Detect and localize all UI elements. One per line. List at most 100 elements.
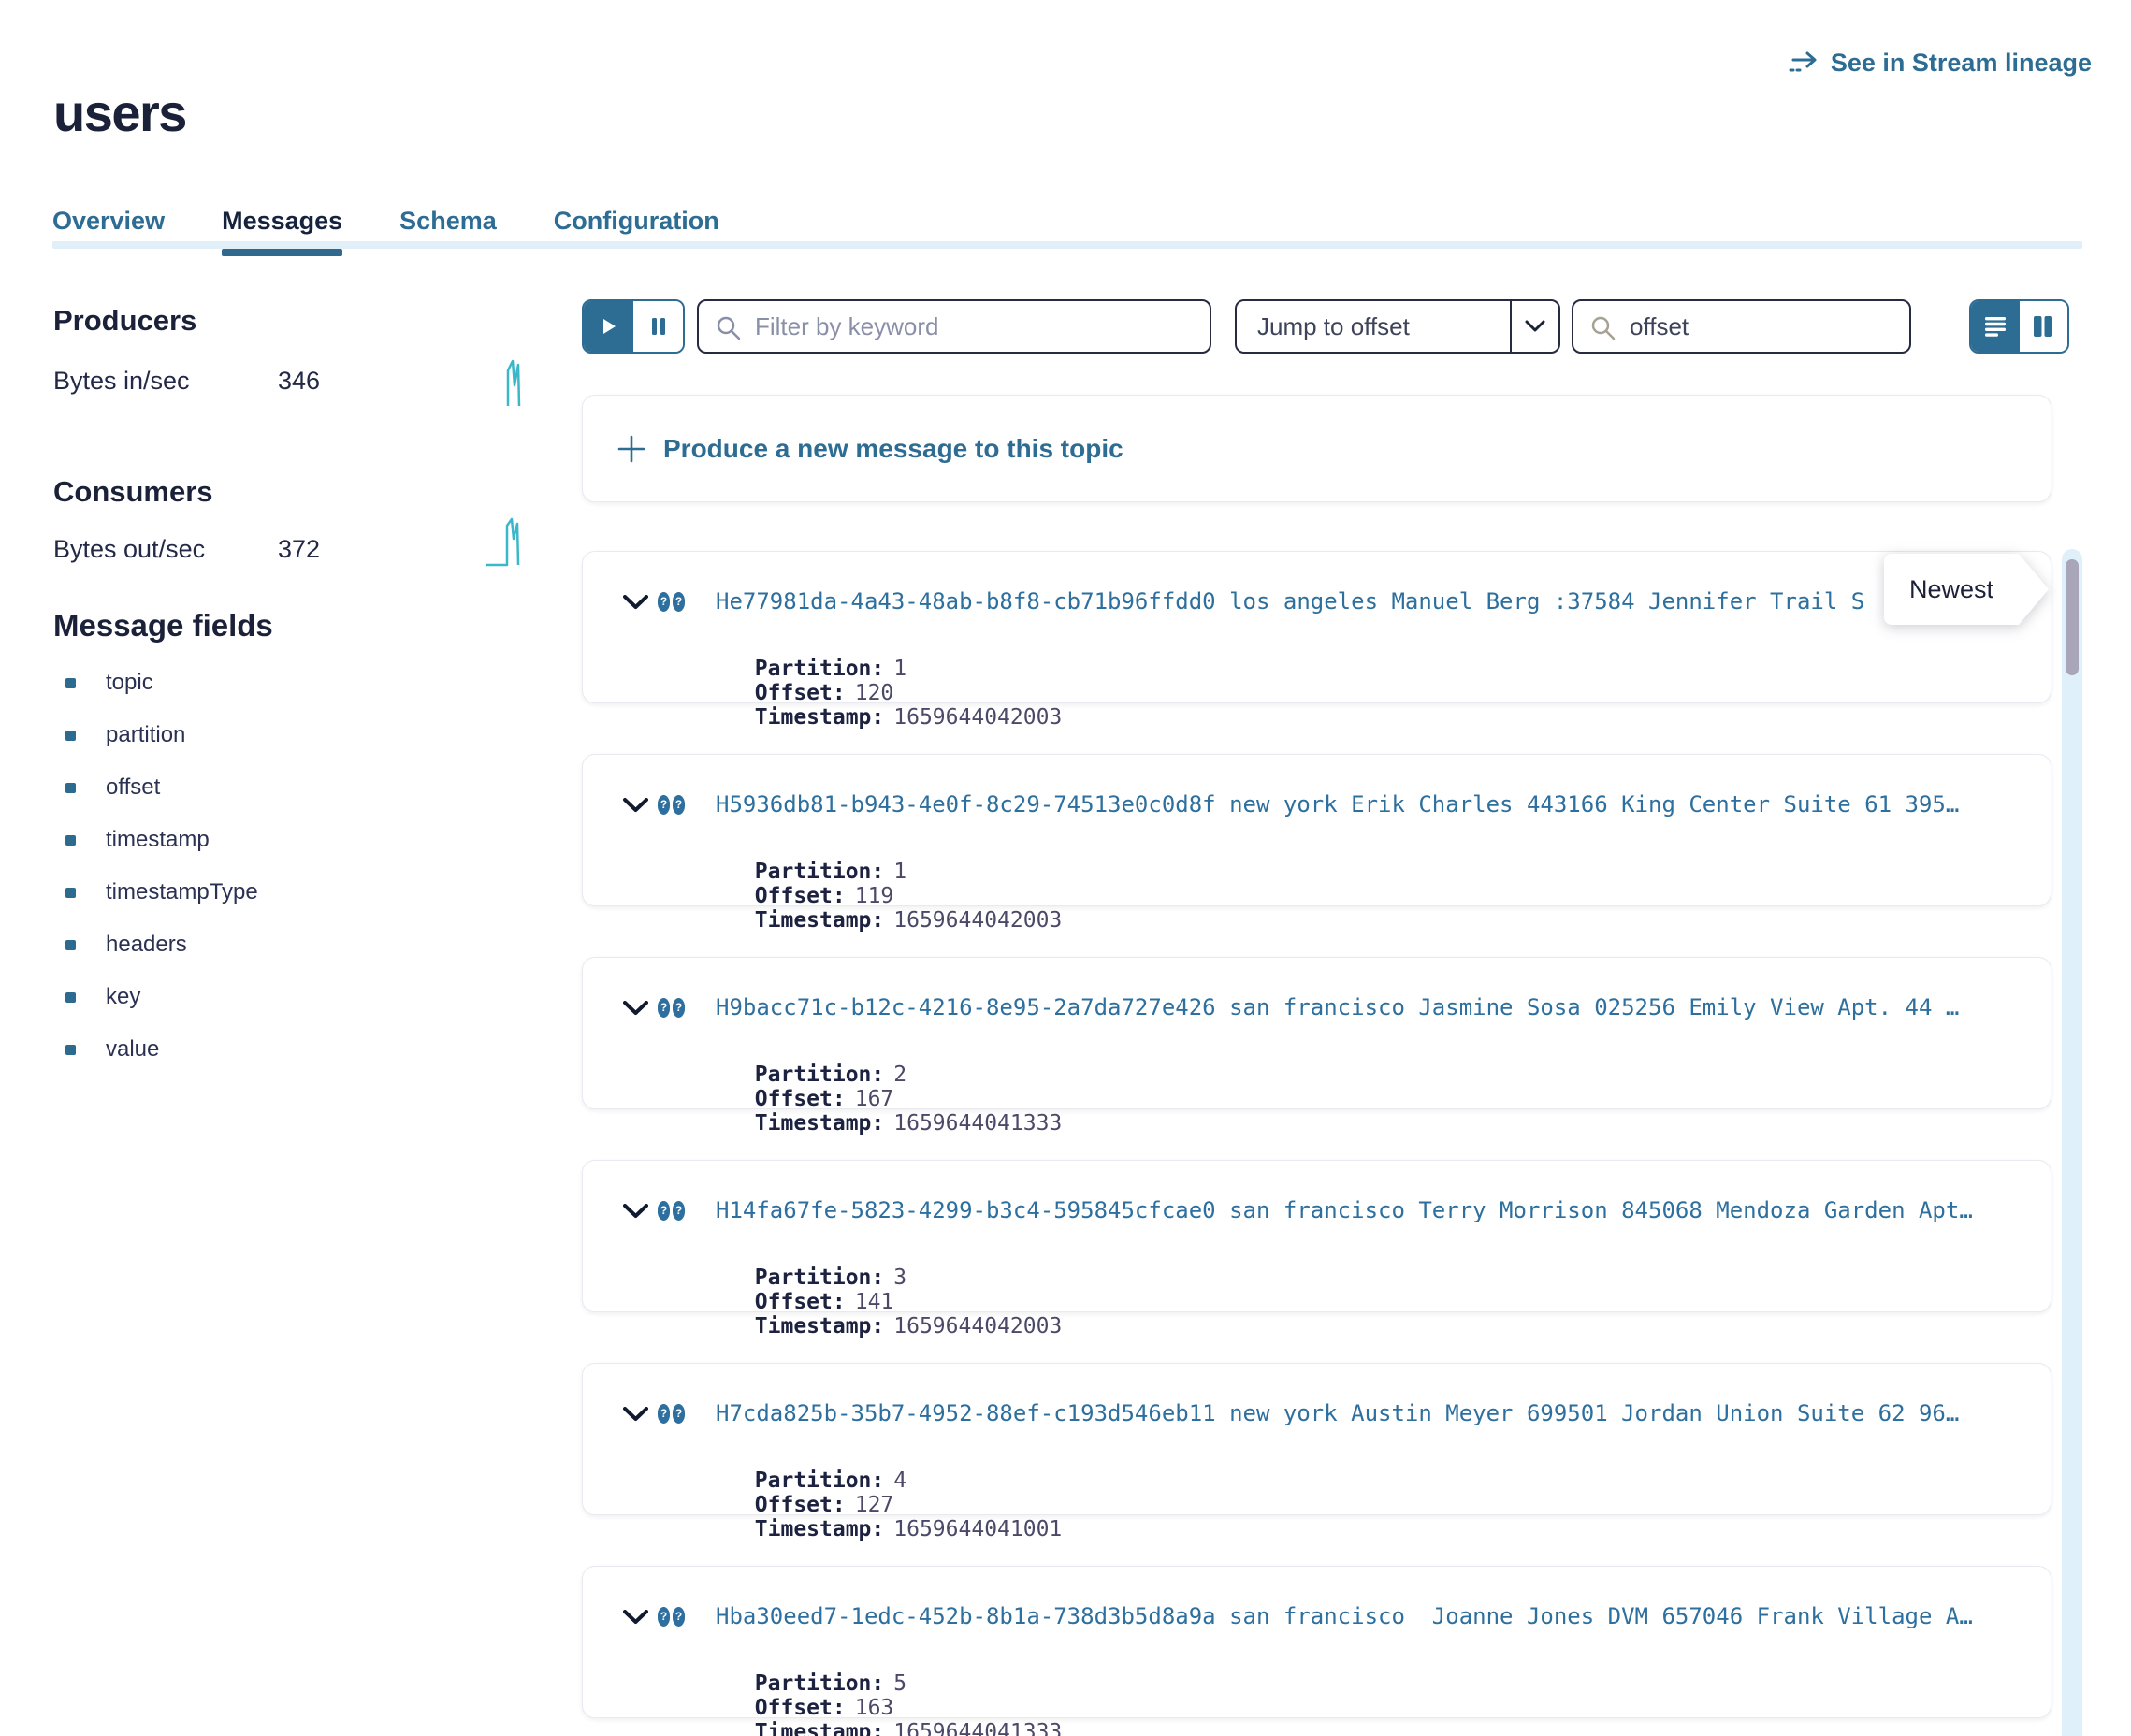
message-meta: Partition:5 Offset:163 Timestamp:1659644… bbox=[651, 1647, 1114, 1736]
message-row[interactable]: H14fa67fe-5823-4299-b3c4-595845cfcae0 sa… bbox=[582, 1160, 2051, 1312]
plus-icon bbox=[616, 434, 646, 464]
field-item-value: value bbox=[65, 1036, 159, 1063]
consumers-metric-row: Bytes out/sec 372 bbox=[53, 535, 484, 564]
bullet-icon bbox=[65, 992, 76, 1003]
tab-configuration[interactable]: Configuration bbox=[554, 207, 719, 249]
expand-chevron-icon[interactable] bbox=[623, 798, 648, 813]
offset-value: 141 bbox=[855, 1290, 894, 1314]
null-char-icon bbox=[658, 795, 670, 815]
message-key-line: H14fa67fe-5823-4299-b3c4-595845cfcae0 sa… bbox=[658, 1196, 2024, 1224]
messages-scrollbar-thumb[interactable] bbox=[2066, 559, 2079, 675]
field-label: partition bbox=[106, 722, 185, 748]
offset-label: Offset: bbox=[755, 1696, 846, 1720]
partition-label: Partition: bbox=[755, 1468, 884, 1493]
message-row[interactable]: H7cda825b-35b7-4952-88ef-c193d546eb11 ne… bbox=[582, 1363, 2051, 1515]
null-char-icon bbox=[673, 1607, 685, 1627]
offset-label: Offset: bbox=[755, 1290, 846, 1314]
bytes-in-value: 346 bbox=[278, 367, 320, 396]
produce-message-button[interactable]: Produce a new message to this topic bbox=[582, 395, 2051, 502]
expand-chevron-icon[interactable] bbox=[623, 1407, 648, 1422]
partition-label: Partition: bbox=[755, 860, 884, 884]
null-char-icon bbox=[658, 998, 670, 1018]
field-item-timestamp: timestamp bbox=[65, 827, 210, 853]
partition-label: Partition: bbox=[755, 1266, 884, 1290]
null-char-icon bbox=[673, 592, 685, 612]
null-char-icon bbox=[658, 1404, 670, 1424]
offset-value: 120 bbox=[855, 681, 894, 705]
field-item-topic: topic bbox=[65, 670, 153, 696]
field-label: value bbox=[106, 1036, 159, 1063]
bullet-icon bbox=[65, 783, 76, 793]
null-char-icon bbox=[673, 998, 685, 1018]
partition-value: 5 bbox=[893, 1671, 906, 1696]
message-key: Hba30eed7-1edc-452b-8b1a-738d3b5d8a9a sa… bbox=[716, 1603, 1973, 1629]
expand-chevron-icon[interactable] bbox=[623, 1610, 648, 1625]
message-key: He77981da-4a43-48ab-b8f8-cb71b96ffdd0 lo… bbox=[716, 588, 1864, 615]
expand-chevron-icon[interactable] bbox=[623, 595, 648, 610]
timestamp-label: Timestamp: bbox=[755, 1314, 884, 1338]
field-item-key: key bbox=[65, 984, 140, 1010]
bytes-in-sparkline bbox=[505, 357, 526, 410]
message-row[interactable]: H9bacc71c-b12c-4216-8e95-2a7da727e426 sa… bbox=[582, 957, 2051, 1109]
partition-value: 1 bbox=[893, 860, 906, 884]
timestamp-value: 1659644041001 bbox=[893, 1517, 1062, 1541]
timestamp-value: 1659644042003 bbox=[893, 705, 1062, 730]
null-char-icon bbox=[673, 1201, 685, 1221]
message-key-line: He77981da-4a43-48ab-b8f8-cb71b96ffdd0 lo… bbox=[658, 587, 2024, 615]
expand-chevron-icon[interactable] bbox=[623, 1001, 648, 1016]
message-key-line: H7cda825b-35b7-4952-88ef-c193d546eb11 ne… bbox=[658, 1399, 2024, 1427]
timestamp-value: 1659644041333 bbox=[893, 1720, 1062, 1736]
timestamp-label: Timestamp: bbox=[755, 705, 884, 730]
offset-value: 127 bbox=[855, 1493, 894, 1517]
field-label: timestamp bbox=[106, 827, 210, 853]
offset-value: 163 bbox=[855, 1696, 894, 1720]
field-item-offset: offset bbox=[65, 774, 160, 801]
offset-label: Offset: bbox=[755, 1087, 846, 1111]
message-meta: Partition:3 Offset:141 Timestamp:1659644… bbox=[651, 1241, 1114, 1363]
tab-bar: Overview Messages Schema Configuration bbox=[52, 207, 719, 249]
bullet-icon bbox=[65, 731, 76, 741]
field-label: topic bbox=[106, 670, 153, 696]
bytes-out-value: 372 bbox=[278, 535, 320, 564]
null-char-icon bbox=[658, 1607, 670, 1627]
bullet-icon bbox=[65, 1045, 76, 1055]
timestamp-label: Timestamp: bbox=[755, 1720, 884, 1736]
scroll-position-tooltip: Newest bbox=[1884, 554, 2019, 625]
partition-value: 2 bbox=[893, 1063, 906, 1087]
message-fields-heading: Message fields bbox=[53, 608, 273, 644]
bullet-icon bbox=[65, 678, 76, 688]
message-row[interactable]: Hba30eed7-1edc-452b-8b1a-738d3b5d8a9a sa… bbox=[582, 1566, 2051, 1718]
bullet-icon bbox=[65, 940, 76, 950]
null-char-icon bbox=[658, 592, 670, 612]
produce-message-label: Produce a new message to this topic bbox=[663, 434, 1123, 464]
null-char-icon bbox=[658, 1201, 670, 1221]
message-key-line: H9bacc71c-b12c-4216-8e95-2a7da727e426 sa… bbox=[658, 993, 2024, 1021]
consumers-heading: Consumers bbox=[53, 475, 213, 509]
bytes-out-sparkline bbox=[485, 516, 526, 569]
messages-panel: Produce a new message to this topic He77… bbox=[582, 0, 2051, 1736]
bytes-out-label: Bytes out/sec bbox=[53, 535, 205, 563]
null-char-icon bbox=[673, 795, 685, 815]
offset-value: 119 bbox=[855, 884, 894, 908]
partition-label: Partition: bbox=[755, 657, 884, 681]
message-key-line: H5936db81-b943-4e0f-8c29-74513e0c0d8f ne… bbox=[658, 790, 2024, 818]
message-meta: Partition:4 Offset:127 Timestamp:1659644… bbox=[651, 1444, 1114, 1566]
message-row[interactable]: H5936db81-b943-4e0f-8c29-74513e0c0d8f ne… bbox=[582, 754, 2051, 906]
message-row[interactable]: He77981da-4a43-48ab-b8f8-cb71b96ffdd0 lo… bbox=[582, 551, 2051, 703]
messages-scrollbar-track[interactable] bbox=[2062, 549, 2082, 1736]
field-label: timestampType bbox=[106, 879, 258, 905]
offset-label: Offset: bbox=[755, 681, 846, 705]
page-title: users bbox=[53, 82, 186, 143]
tab-messages[interactable]: Messages bbox=[222, 207, 342, 249]
null-char-icon bbox=[673, 1404, 685, 1424]
producers-heading: Producers bbox=[53, 304, 196, 338]
tab-overview[interactable]: Overview bbox=[52, 207, 165, 249]
expand-chevron-icon[interactable] bbox=[623, 1204, 648, 1219]
tab-schema[interactable]: Schema bbox=[399, 207, 497, 249]
partition-value: 3 bbox=[893, 1266, 906, 1290]
timestamp-label: Timestamp: bbox=[755, 1517, 884, 1541]
field-item-partition: partition bbox=[65, 722, 185, 748]
producers-metric-row: Bytes in/sec 346 bbox=[53, 367, 484, 396]
message-key: H9bacc71c-b12c-4216-8e95-2a7da727e426 sa… bbox=[716, 994, 1959, 1020]
field-item-headers: headers bbox=[65, 932, 187, 958]
